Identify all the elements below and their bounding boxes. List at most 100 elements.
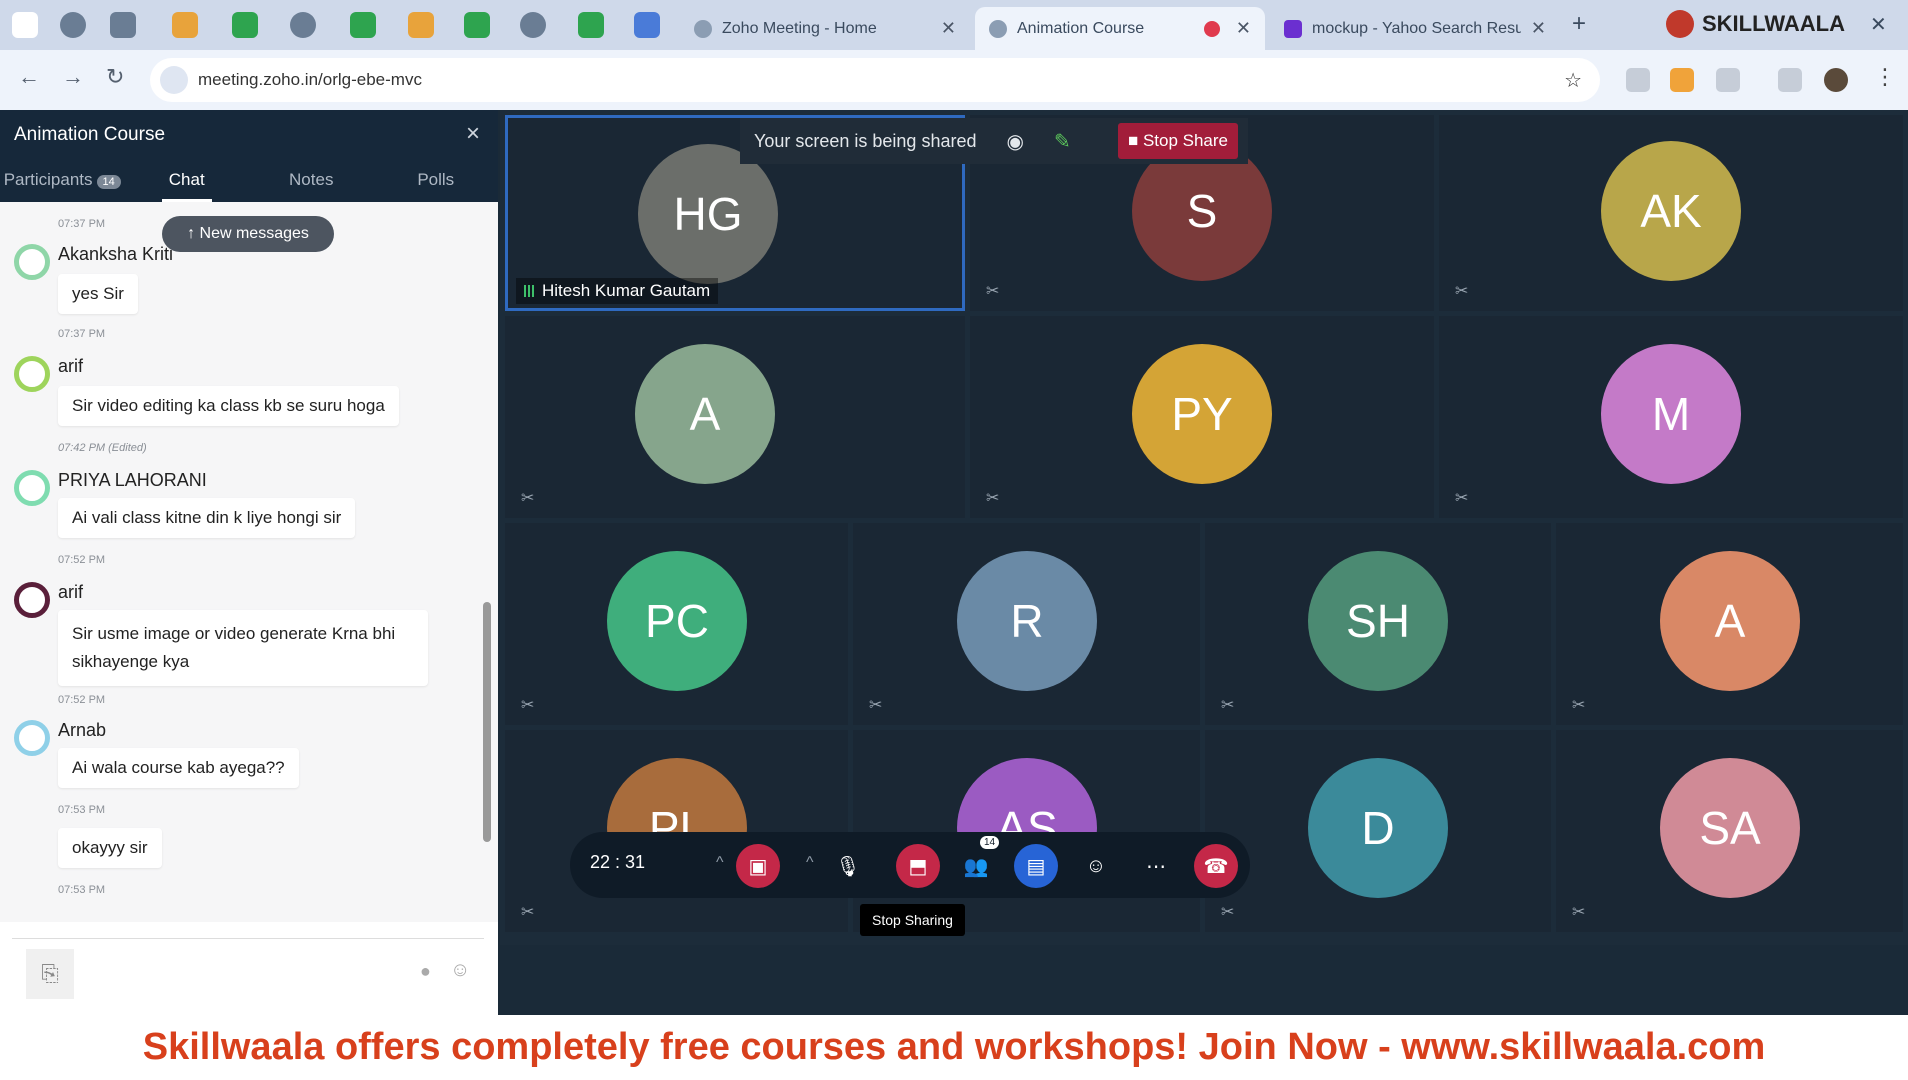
chat-messages: 07:37 PM Akanksha Kriti yes Sir 07:37 PM… bbox=[0, 202, 498, 922]
participant-avatar: M bbox=[1601, 344, 1741, 484]
leave-call-icon[interactable]: ☎ bbox=[1194, 844, 1238, 888]
message-bubble: okayyy sir bbox=[58, 828, 162, 868]
participant-tile[interactable]: AS bbox=[853, 730, 1200, 932]
participant-tile[interactable]: SA ✂ bbox=[1556, 730, 1903, 932]
docs-icon[interactable] bbox=[634, 12, 660, 38]
reactions-icon[interactable]: ☺ bbox=[1074, 844, 1118, 888]
tab-yahoo-search[interactable]: mockup - Yahoo Search Results ✕ bbox=[1270, 7, 1560, 50]
tab-zoho-meeting-home[interactable]: Zoho Meeting - Home ✕ bbox=[680, 7, 970, 50]
bookmark-star-icon[interactable]: ☆ bbox=[1564, 68, 1582, 93]
message-input[interactable] bbox=[84, 949, 384, 999]
close-icon[interactable]: ✕ bbox=[1531, 18, 1546, 39]
tab-notes[interactable]: Notes bbox=[249, 162, 374, 202]
meeting-controls: 22 : 31 ^ ▣ ^ 🎙 ⬒ 👥 14 ▤ ☺ ⋯ ☎ bbox=[570, 832, 1250, 898]
message-time: 07:52 PM bbox=[58, 694, 106, 706]
more-options-icon[interactable]: ⋯ bbox=[1134, 844, 1178, 888]
mic-off-icon: ✂ bbox=[869, 697, 883, 714]
eye-icon[interactable]: ◉ bbox=[1006, 129, 1023, 154]
participant-avatar: R bbox=[957, 551, 1097, 691]
zoho-icon bbox=[989, 19, 1007, 38]
mic-off-icon: ✂ bbox=[1572, 904, 1586, 921]
drive-icon[interactable] bbox=[172, 12, 198, 38]
participants-icon[interactable]: 👥 bbox=[954, 844, 998, 888]
url-bar[interactable]: meeting.zoho.in/orlg-ebe-mvc ☆ bbox=[150, 58, 1600, 102]
participant-tile[interactable]: R ✂ bbox=[853, 523, 1200, 725]
download-icon[interactable] bbox=[1778, 68, 1802, 92]
sheets-icon-2[interactable] bbox=[350, 12, 376, 38]
participant-avatar: HG bbox=[638, 144, 778, 284]
participant-tile[interactable]: PC ✂ bbox=[505, 523, 848, 725]
participant-tile[interactable]: A ✂ bbox=[1556, 523, 1903, 725]
tab-participants[interactable]: Participants 14 bbox=[0, 162, 125, 202]
address-bar-row: ← → ↻ meeting.zoho.in/orlg-ebe-mvc ☆ ⋮ bbox=[0, 50, 1908, 110]
chat-icon[interactable]: ▤ bbox=[1014, 844, 1058, 888]
tab-polls[interactable]: Polls bbox=[374, 162, 499, 202]
forward-icon[interactable]: → bbox=[62, 64, 84, 90]
browser-menu-icon[interactable]: ⋮ bbox=[1874, 64, 1896, 90]
scrollbar-thumb[interactable] bbox=[483, 602, 491, 842]
message-time: 07:42 PM (Edited) bbox=[58, 442, 147, 454]
screen-cast-icon[interactable] bbox=[1626, 68, 1650, 92]
sidebar-title: Animation Course bbox=[14, 124, 166, 145]
new-tab-button[interactable]: + bbox=[1572, 10, 1586, 38]
tab-search-icon[interactable] bbox=[12, 12, 38, 38]
close-sidebar-icon[interactable]: × bbox=[466, 120, 480, 148]
mic-icon[interactable]: ● bbox=[420, 961, 431, 982]
sheets-icon-3[interactable] bbox=[464, 12, 490, 38]
chatgpt-icon-3[interactable] bbox=[520, 12, 546, 38]
mic-off-icon: ✂ bbox=[1455, 283, 1469, 300]
emoji-icon[interactable]: ☺ bbox=[450, 959, 470, 982]
back-icon[interactable]: ← bbox=[18, 64, 40, 90]
chat-scrollbar[interactable] bbox=[482, 302, 492, 912]
participant-tile[interactable]: M ✂ bbox=[1439, 316, 1903, 518]
stop-share-button[interactable]: ■ Stop Share bbox=[1117, 123, 1238, 159]
participant-tile[interactable]: PY ✂ bbox=[970, 316, 1434, 518]
new-messages-button[interactable]: ↑ New messages bbox=[162, 216, 334, 252]
site-info-icon[interactable] bbox=[160, 66, 188, 94]
close-icon[interactable]: ✕ bbox=[941, 18, 956, 39]
message-sender: Akanksha Kriti bbox=[58, 244, 174, 264]
message-time: 07:53 PM bbox=[58, 884, 106, 896]
chat-icon[interactable] bbox=[110, 12, 136, 38]
video-grid: HG Hitesh Kumar Gautam S ✂ AK ✂ Your scr… bbox=[500, 110, 1908, 945]
mic-off-icon: ✂ bbox=[1572, 697, 1586, 714]
participant-tile[interactable]: AK ✂ bbox=[1439, 115, 1903, 311]
participant-tile[interactable]: PL ✂ bbox=[505, 730, 848, 932]
mic-off-icon: ✂ bbox=[986, 490, 1000, 507]
pencil-icon[interactable]: ✎ bbox=[1054, 129, 1071, 154]
reload-icon[interactable]: ↻ bbox=[106, 64, 124, 90]
mic-icon[interactable]: 🎙 bbox=[826, 844, 870, 888]
attach-icon[interactable]: ⎘ bbox=[26, 949, 74, 999]
stop-sharing-tooltip: Stop Sharing bbox=[860, 904, 965, 936]
zoho-icon bbox=[694, 19, 712, 38]
mic-off-icon: ✂ bbox=[521, 490, 535, 507]
sheets-icon-4[interactable] bbox=[578, 12, 604, 38]
mic-off-icon: ✂ bbox=[521, 904, 535, 921]
extension-icon[interactable] bbox=[1670, 68, 1694, 92]
participant-tile[interactable]: SH ✂ bbox=[1205, 523, 1551, 725]
chatgpt-icon[interactable] bbox=[60, 12, 86, 38]
participants-count-badge: 14 bbox=[96, 175, 121, 189]
participant-avatar: PC bbox=[607, 551, 747, 691]
screen-share-icon[interactable]: ⬒ bbox=[896, 844, 940, 888]
mic-off-icon: ✂ bbox=[986, 283, 1000, 300]
participant-tile[interactable]: D ✂ bbox=[1205, 730, 1551, 932]
participant-avatar: AK bbox=[1601, 141, 1741, 281]
camera-off-icon[interactable]: ▣ bbox=[736, 844, 780, 888]
avatar bbox=[14, 582, 50, 618]
mic-off-icon: ✂ bbox=[1221, 697, 1235, 714]
audio-options-chevron-icon[interactable]: ^ bbox=[806, 854, 814, 872]
tab-chat[interactable]: Chat bbox=[125, 162, 250, 202]
window-close-icon[interactable]: ✕ bbox=[1870, 12, 1887, 37]
sheets-icon[interactable] bbox=[232, 12, 258, 38]
profile-avatar[interactable] bbox=[1824, 68, 1848, 92]
tab-animation-course[interactable]: Animation Course ✕ bbox=[975, 7, 1265, 50]
url-text: meeting.zoho.in/orlg-ebe-mvc bbox=[198, 70, 422, 89]
drive-icon-2[interactable] bbox=[408, 12, 434, 38]
video-options-chevron-icon[interactable]: ^ bbox=[716, 854, 724, 872]
participant-tile[interactable]: A ✂ bbox=[505, 316, 965, 518]
close-icon[interactable]: ✕ bbox=[1236, 18, 1251, 39]
extensions-puzzle-icon[interactable] bbox=[1716, 68, 1740, 92]
chatgpt-icon-2[interactable] bbox=[290, 12, 316, 38]
message-bubble: Sir video editing ka class kb se suru ho… bbox=[58, 386, 399, 426]
